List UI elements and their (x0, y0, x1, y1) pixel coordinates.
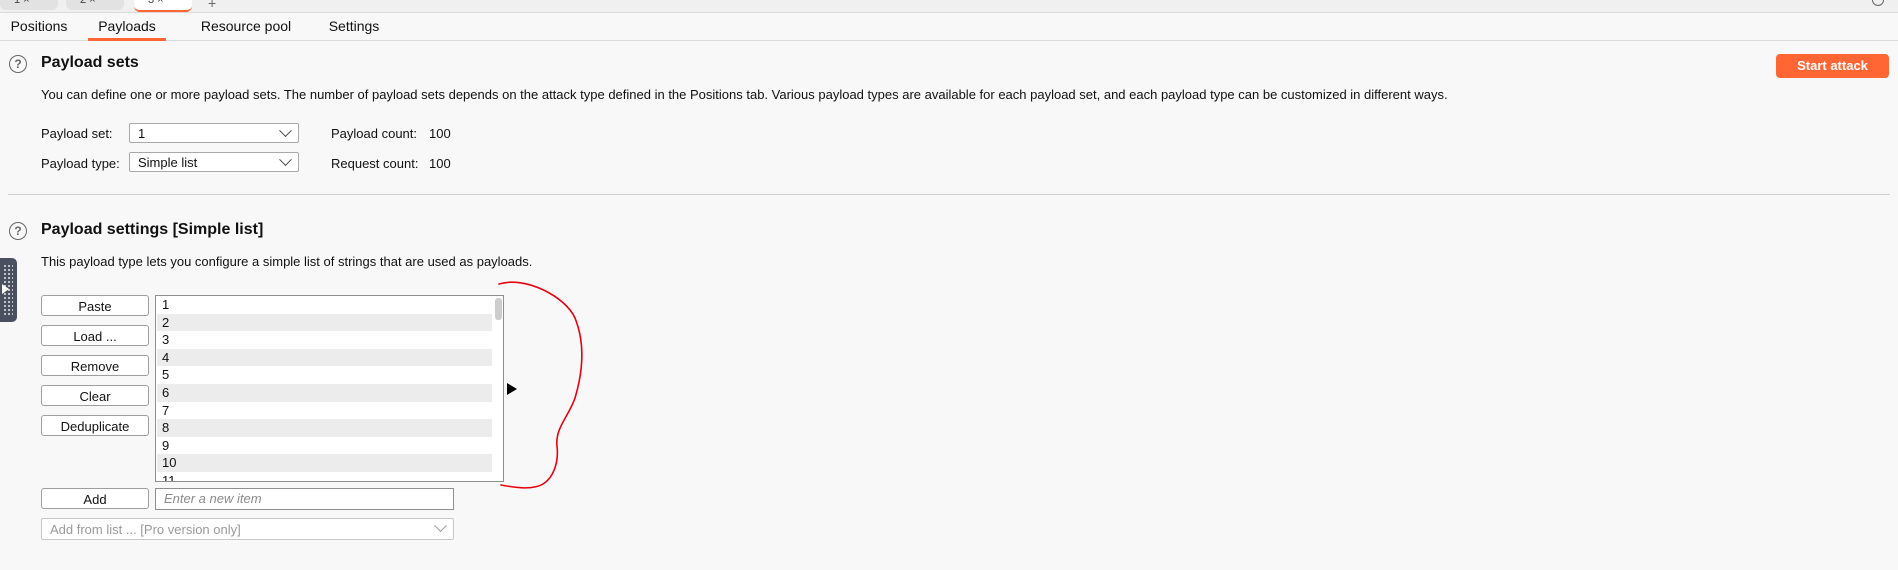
list-item[interactable]: 7 (157, 402, 492, 420)
side-panel-toggle[interactable] (0, 258, 17, 322)
list-item[interactable]: 6 (157, 384, 492, 402)
deduplicate-button[interactable]: Deduplicate (41, 415, 149, 436)
payload-set-value: 1 (138, 126, 146, 141)
clear-button[interactable]: Clear (41, 385, 149, 406)
payload-settings-heading: Payload settings [Simple list] (41, 221, 264, 238)
load-button[interactable]: Load ... (41, 325, 149, 346)
session-tab-label: 1 × (14, 0, 30, 6)
payload-count-label: Payload count: (331, 126, 418, 141)
list-item[interactable]: 5 (157, 366, 492, 384)
add-button[interactable]: Add (41, 488, 149, 509)
chevron-down-icon (279, 153, 292, 167)
list-item[interactable]: 11 (157, 472, 492, 481)
payload-count-value: 100 (429, 126, 451, 141)
session-tab-strip: 1 × 2 × 3 × + (0, 0, 1898, 13)
payload-type-select[interactable]: Simple list (129, 152, 299, 172)
session-tab-2[interactable]: 2 × (66, 0, 124, 10)
payload-type-label: Payload type: (41, 156, 120, 171)
new-session-tab-button[interactable]: + (208, 0, 216, 11)
paste-button[interactable]: Paste (41, 295, 149, 316)
add-from-list-select: Add from list ... [Pro version only] (41, 518, 454, 540)
tab-payloads[interactable]: Payloads (88, 13, 166, 41)
search-icon[interactable] (1872, 0, 1884, 6)
session-tab-label: 2 × (80, 0, 96, 6)
add-from-list-label: Add from list ... [Pro version only] (50, 522, 241, 537)
start-attack-button[interactable]: Start attack (1776, 54, 1889, 78)
tab-resource-pool[interactable]: Resource pool (198, 13, 294, 39)
session-tab-label: 3 × (148, 0, 164, 6)
list-item[interactable]: 4 (157, 348, 492, 367)
expand-arrow-icon (2, 284, 9, 294)
payload-set-label: Payload set: (41, 126, 113, 141)
request-count-value: 100 (429, 156, 451, 171)
session-tab-3[interactable]: 3 × (134, 0, 192, 12)
chevron-down-icon (434, 519, 447, 533)
help-icon[interactable]: ? (9, 55, 27, 73)
list-item[interactable]: 3 (157, 331, 492, 349)
list-item[interactable]: 9 (157, 437, 492, 455)
intruder-subtabs: Positions Payloads Resource pool Setting… (0, 13, 1898, 41)
tab-settings[interactable]: Settings (326, 13, 382, 39)
list-item[interactable]: 8 (157, 419, 492, 437)
payload-settings-description: This payload type lets you configure a s… (41, 254, 533, 269)
payload-set-select[interactable]: 1 (129, 123, 299, 143)
list-item[interactable]: 10 (157, 454, 492, 472)
help-icon[interactable]: ? (9, 222, 27, 240)
session-tab-1[interactable]: 1 × (0, 0, 58, 10)
chevron-down-icon (279, 124, 292, 138)
annotation-bracket (498, 281, 583, 489)
payload-sets-description: You can define one or more payload sets.… (41, 87, 1448, 102)
tab-positions[interactable]: Positions (6, 13, 72, 39)
new-item-input[interactable]: Enter a new item (155, 488, 454, 510)
remove-button[interactable]: Remove (41, 355, 149, 376)
payload-sets-heading: Payload sets (41, 54, 139, 71)
list-item[interactable]: 1 (157, 296, 492, 314)
section-divider (8, 194, 1890, 195)
list-item[interactable]: 2 (157, 313, 492, 332)
payload-type-value: Simple list (138, 155, 198, 170)
request-count-label: Request count: (331, 156, 419, 171)
payload-list[interactable]: 1 2 3 4 5 6 7 8 9 10 11 (155, 295, 504, 482)
